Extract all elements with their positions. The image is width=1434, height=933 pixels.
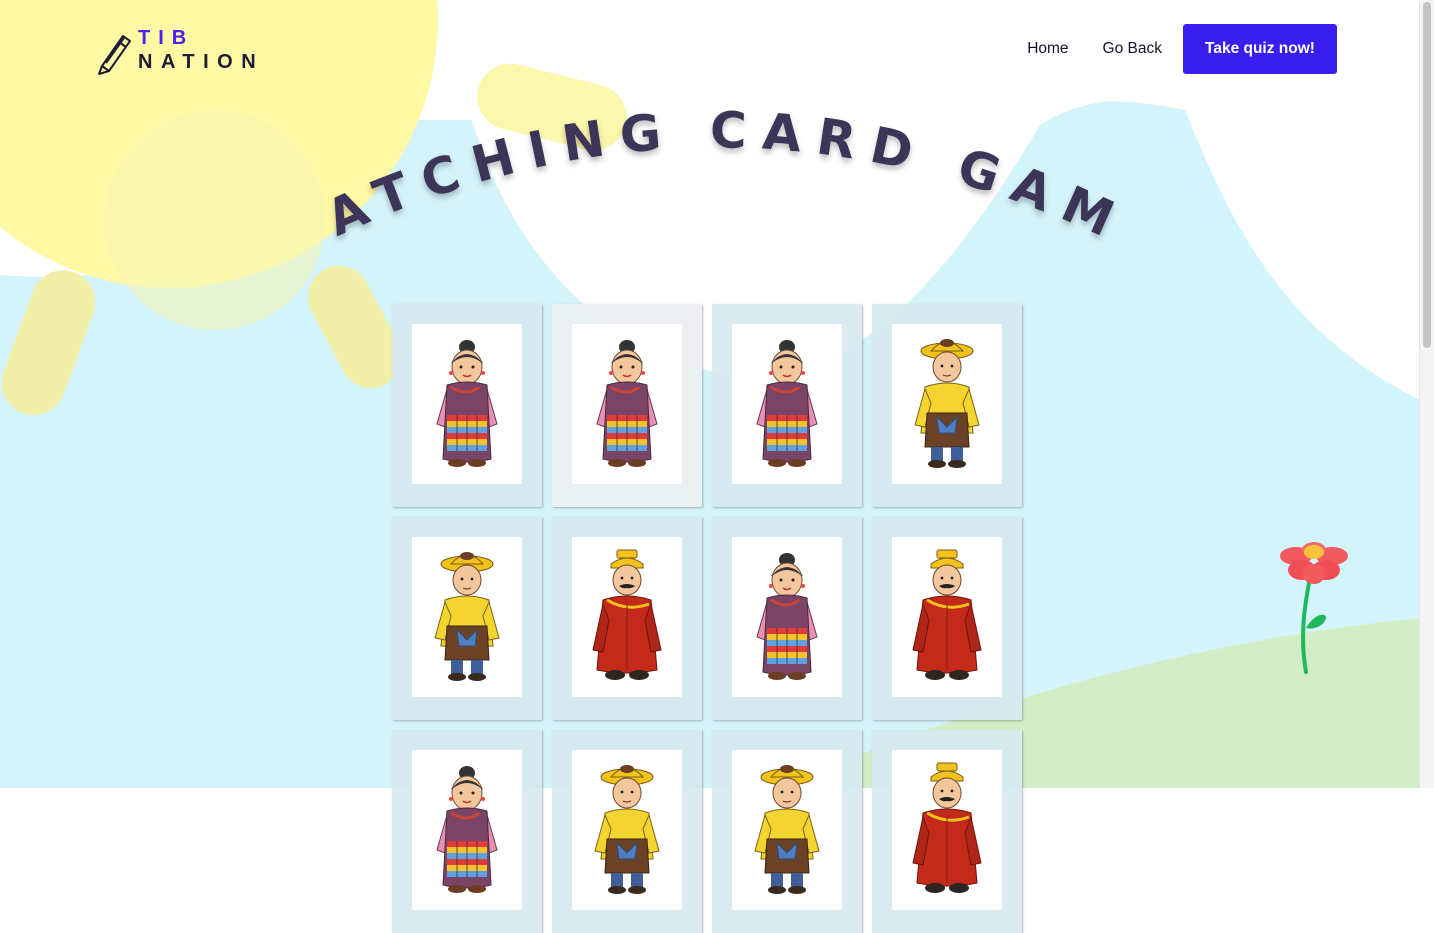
game-card[interactable] xyxy=(552,517,702,720)
pencil-icon xyxy=(98,35,131,75)
card-face xyxy=(892,324,1002,484)
game-card[interactable] xyxy=(392,730,542,933)
man-red-robe-icon xyxy=(912,549,982,680)
card-face xyxy=(732,324,842,484)
man-yellow-hat-icon xyxy=(434,552,500,681)
card-face xyxy=(412,750,522,910)
game-card[interactable] xyxy=(872,517,1022,720)
game-card[interactable] xyxy=(712,304,862,507)
game-card[interactable] xyxy=(552,730,702,933)
card-face xyxy=(892,750,1002,910)
nav-home-link[interactable]: Home xyxy=(1027,40,1068,58)
woman-in-chuba-icon xyxy=(596,340,658,467)
card-face xyxy=(732,750,842,910)
woman-in-chuba-icon xyxy=(436,766,498,893)
logo[interactable]: TIB NATION xyxy=(90,26,264,76)
game-card[interactable] xyxy=(552,304,702,507)
take-quiz-button[interactable]: Take quiz now! xyxy=(1183,24,1337,74)
top-nav: Home Go Back Take quiz now! xyxy=(1027,24,1337,74)
vertical-scrollbar[interactable] xyxy=(1419,0,1434,788)
woman-in-chuba-icon xyxy=(756,340,818,467)
woman-in-chuba-icon xyxy=(756,553,818,680)
game-card[interactable] xyxy=(872,304,1022,507)
logo-nation: NATION xyxy=(138,51,265,73)
game-card[interactable] xyxy=(392,517,542,720)
woman-in-chuba-icon xyxy=(436,340,498,467)
card-face xyxy=(412,537,522,697)
game-card[interactable] xyxy=(712,517,862,720)
game-card[interactable] xyxy=(872,730,1022,933)
man-red-robe-icon xyxy=(912,762,982,893)
game-card[interactable] xyxy=(712,730,862,933)
card-board xyxy=(392,304,1022,933)
card-face xyxy=(412,324,522,484)
man-yellow-hat-icon xyxy=(594,765,660,894)
card-face xyxy=(732,537,842,697)
flower-icon xyxy=(1280,542,1348,674)
man-yellow-hat-icon xyxy=(914,339,980,468)
nav-go-back-link[interactable]: Go Back xyxy=(1103,40,1162,58)
card-face xyxy=(572,750,682,910)
man-red-robe-icon xyxy=(592,549,662,680)
card-face xyxy=(572,537,682,697)
logo-tib: TIB xyxy=(138,27,195,49)
man-yellow-hat-icon xyxy=(754,765,820,894)
card-face xyxy=(572,324,682,484)
card-face xyxy=(892,537,1002,697)
scrollbar-thumb[interactable] xyxy=(1423,2,1431,348)
game-card[interactable] xyxy=(392,304,542,507)
